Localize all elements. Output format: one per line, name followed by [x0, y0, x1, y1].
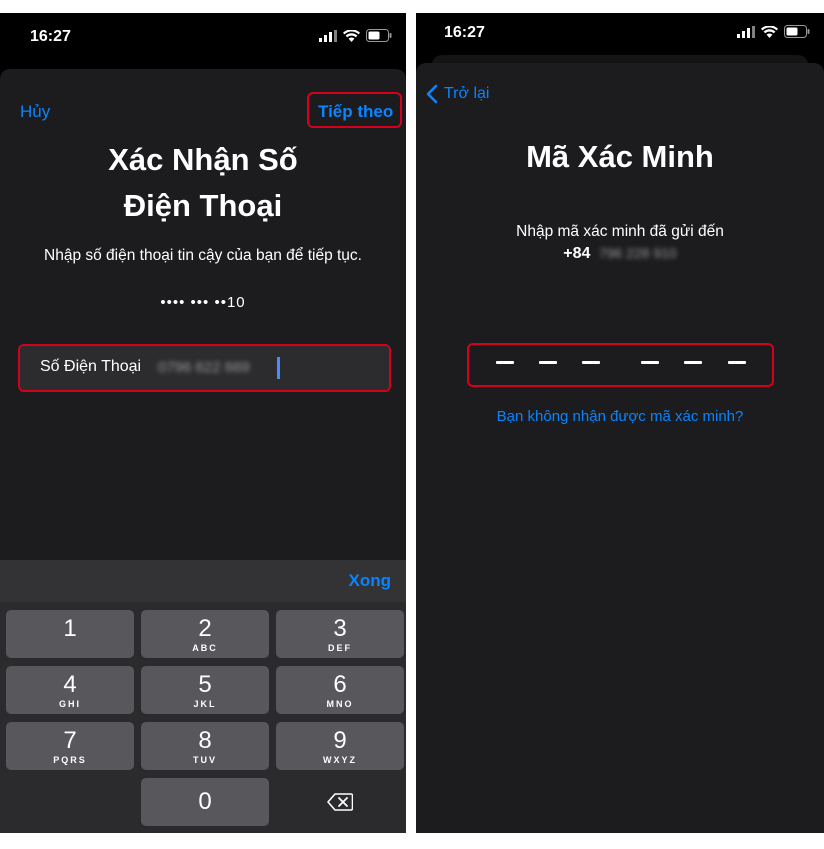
status-time: 16:27	[30, 28, 71, 45]
back-button[interactable]: Trở lại	[426, 84, 489, 104]
code-digit-4	[641, 361, 659, 364]
key-5[interactable]: 5 JKL	[141, 666, 269, 714]
page-title: Mã Xác Minh	[526, 139, 714, 174]
key-digit: 2	[198, 615, 212, 642]
key-7[interactable]: 7 PQRS	[6, 722, 134, 770]
page-title-line2: Điện Thoại	[123, 188, 283, 223]
code-digit-5	[684, 361, 702, 364]
text-cursor	[277, 357, 280, 379]
keyboard-toolbar: Xong	[0, 560, 406, 602]
resend-code-link[interactable]: Bạn không nhận được mã xác minh?	[416, 408, 824, 425]
key-digit: 1	[63, 615, 77, 642]
backspace-icon	[327, 793, 354, 811]
key-digit: 5	[198, 671, 212, 698]
key-letters: WXYZ	[323, 755, 357, 765]
cellular-signal-icon	[319, 29, 337, 42]
key-digit: 9	[333, 727, 347, 754]
destination-phone: +84 796 228 910	[416, 245, 824, 263]
wifi-icon	[343, 29, 360, 42]
next-button[interactable]: Tiếp theo	[318, 102, 393, 122]
key-9[interactable]: 9 WXYZ	[276, 722, 404, 770]
phone-screen-verify-phone: 16:27 Hủy Tiếp theo Xác Nhận Số Điện Tho…	[0, 13, 406, 833]
key-3[interactable]: 3 DEF	[276, 610, 404, 658]
status-bar: 16:27	[416, 13, 824, 61]
code-digit-2	[539, 361, 557, 364]
done-button[interactable]: Xong	[349, 571, 392, 591]
chevron-left-icon	[426, 84, 438, 104]
key-6[interactable]: 6 MNO	[276, 666, 404, 714]
battery-icon	[784, 25, 810, 38]
country-code: +84	[563, 245, 591, 262]
verification-code-input[interactable]	[467, 343, 774, 387]
numeric-keyboard: Xong 1 2 ABC 3 DEF 4 GHI 5 JKL 6 MNO 7 PQRS 8T…	[0, 560, 406, 833]
destination-number: 796 228 910	[598, 245, 677, 261]
delete-key[interactable]	[276, 778, 404, 826]
code-digit-1	[496, 361, 514, 364]
key-letters: DEF	[328, 643, 352, 653]
key-digit: 0	[198, 788, 212, 815]
key-letters: GHI	[58, 699, 81, 709]
key-8[interactable]: 8 TUV	[141, 722, 269, 770]
wifi-icon	[761, 25, 778, 38]
status-icons	[737, 25, 810, 38]
phone-screen-verification-code: 16:27 Trở lại Mã Xác Minh Nhập mã xác mi…	[416, 13, 824, 833]
key-letters: TUV	[193, 755, 217, 765]
status-icons	[319, 29, 392, 42]
key-digit: 3	[333, 615, 347, 642]
back-label: Trở lại	[444, 85, 490, 102]
key-1[interactable]: 1	[6, 610, 134, 658]
key-letters: JKL	[193, 699, 217, 709]
key-0[interactable]: 0	[141, 778, 269, 826]
code-digit-3	[582, 361, 600, 364]
key-digit: 8	[198, 727, 212, 754]
phone-field-value[interactable]: 0796 622 669	[158, 359, 250, 376]
key-letters: MNO	[326, 699, 354, 709]
status-bar: 16:27	[0, 13, 406, 61]
key-letters: ABC	[192, 643, 218, 653]
key-digit: 6	[333, 671, 347, 698]
battery-icon	[366, 29, 392, 42]
masked-phone-number: •••• ••• ••10	[160, 294, 246, 311]
code-digit-6	[728, 361, 746, 364]
key-digit: 4	[63, 671, 77, 698]
status-time: 16:27	[444, 24, 485, 41]
key-4[interactable]: 4 GHI	[6, 666, 134, 714]
cellular-signal-icon	[737, 25, 755, 38]
modal-sheet: Trở lại Mã Xác Minh Nhập mã xác minh đã …	[416, 63, 824, 833]
page-subtitle: Nhập mã xác minh đã gửi đến	[516, 223, 724, 240]
key-digit: 7	[63, 727, 77, 754]
phone-number-field[interactable]: Số Điện Thoại 0796 622 669	[20, 346, 389, 390]
page-title-line1: Xác Nhận Số	[108, 142, 298, 177]
key-2[interactable]: 2 ABC	[141, 610, 269, 658]
page-subtitle: Nhập số điện thoại tin cậy của bạn để ti…	[44, 247, 362, 264]
key-letters: PQRS	[53, 755, 87, 765]
phone-field-label: Số Điện Thoại	[40, 358, 142, 375]
cancel-button[interactable]: Hủy	[20, 102, 50, 122]
